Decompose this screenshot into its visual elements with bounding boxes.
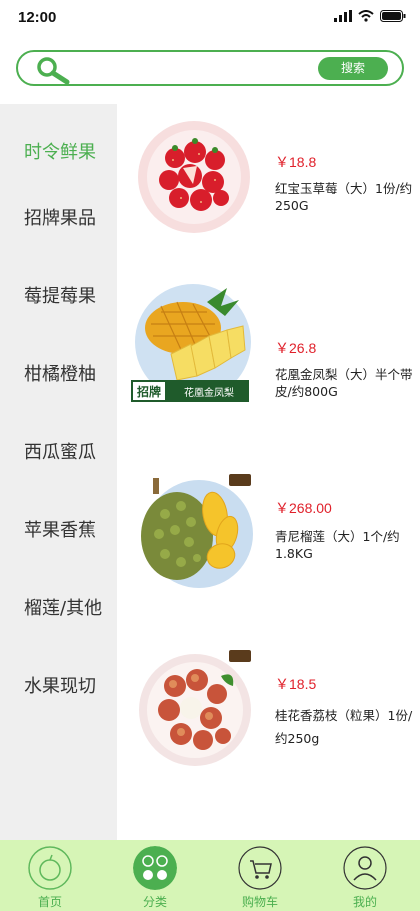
product-list: ￥18.8 红宝玉草莓（大）1份/约250G 招牌 花凰金凤梨 ￥26.8 花凰… <box>117 104 420 840</box>
signal-icon <box>334 10 352 22</box>
strawberry-image <box>138 121 250 233</box>
status-bar: 12:00 <box>0 0 420 40</box>
product-price: ￥268.00 <box>275 500 332 516</box>
sidebar-item-cut-fruit[interactable]: 水果现切 <box>24 672 96 698</box>
battery-icon <box>380 10 406 22</box>
sidebar-item-berries[interactable]: 莓提莓果 <box>24 282 96 308</box>
tab-cart[interactable]: 购物车 <box>210 840 315 911</box>
pineapple-image: 招牌 花凰金凤梨 <box>131 284 251 402</box>
sidebar-item-seasonal[interactable]: 时令鲜果 <box>24 138 96 164</box>
product-card[interactable]: ￥268.00 青尼榴莲（大）1个/约1.8KG <box>117 466 420 626</box>
banner-text: 花凰金凤梨 <box>184 386 234 399</box>
wifi-icon <box>358 10 374 22</box>
product-price: ￥26.8 <box>275 340 317 356</box>
product-card[interactable]: 招牌 花凰金凤梨 ￥26.8 花凰金凤梨（大）半个带皮/约800G <box>117 280 420 440</box>
status-time: 12:00 <box>18 9 57 26</box>
durian-image <box>141 474 253 588</box>
sidebar-item-melons[interactable]: 西瓜蜜瓜 <box>24 438 96 464</box>
product-price: ￥18.8 <box>275 154 317 170</box>
tab-category[interactable]: 分类 <box>105 840 210 911</box>
search-button[interactable]: 搜索 <box>318 57 388 80</box>
product-name: 花凰金凤梨（大）半个带皮/约800G <box>275 367 413 399</box>
product-card[interactable]: ￥18.5 桂花香荔枝（粒果）1份/约250g <box>117 644 420 804</box>
tab-label: 首页 <box>37 895 62 909</box>
bottom-tab-bar: 首页 分类 购物车 我的 <box>0 840 420 911</box>
lychee-image <box>139 650 251 766</box>
tab-home[interactable]: 首页 <box>0 840 105 911</box>
product-name: 青尼榴莲（大）1个/约1.8KG <box>275 529 400 561</box>
profile-icon <box>343 846 387 890</box>
sidebar-item-apple-banana[interactable]: 苹果香蕉 <box>24 516 96 542</box>
tab-label: 分类 <box>142 895 167 909</box>
product-price: ￥18.5 <box>275 676 317 692</box>
sidebar-item-citrus[interactable]: 柑橘橙柚 <box>24 360 96 386</box>
sidebar-item-durian-other[interactable]: 榴莲/其他 <box>24 594 102 620</box>
status-icons <box>334 10 406 22</box>
tab-label: 我的 <box>352 895 377 909</box>
product-name: 红宝玉草莓（大）1份/约250G <box>275 181 413 213</box>
cart-icon <box>238 846 282 890</box>
category-icon <box>133 846 177 890</box>
product-card[interactable]: ￥18.8 红宝玉草莓（大）1份/约250G <box>117 112 420 272</box>
category-sidebar: 时令鲜果 招牌果品 莓提莓果 柑橘橙柚 西瓜蜜瓜 苹果香蕉 榴莲/其他 水果现切 <box>0 104 117 840</box>
badge-text: 招牌 <box>137 384 161 399</box>
product-name: 桂花香荔枝（粒果）1份/约250g <box>275 708 413 746</box>
search-bar[interactable]: 搜索 <box>16 50 404 86</box>
search-icon <box>37 57 70 84</box>
sidebar-item-signature[interactable]: 招牌果品 <box>24 204 96 230</box>
tab-profile[interactable]: 我的 <box>315 840 420 911</box>
tab-label: 购物车 <box>241 895 278 909</box>
home-fruit-icon <box>28 846 72 890</box>
